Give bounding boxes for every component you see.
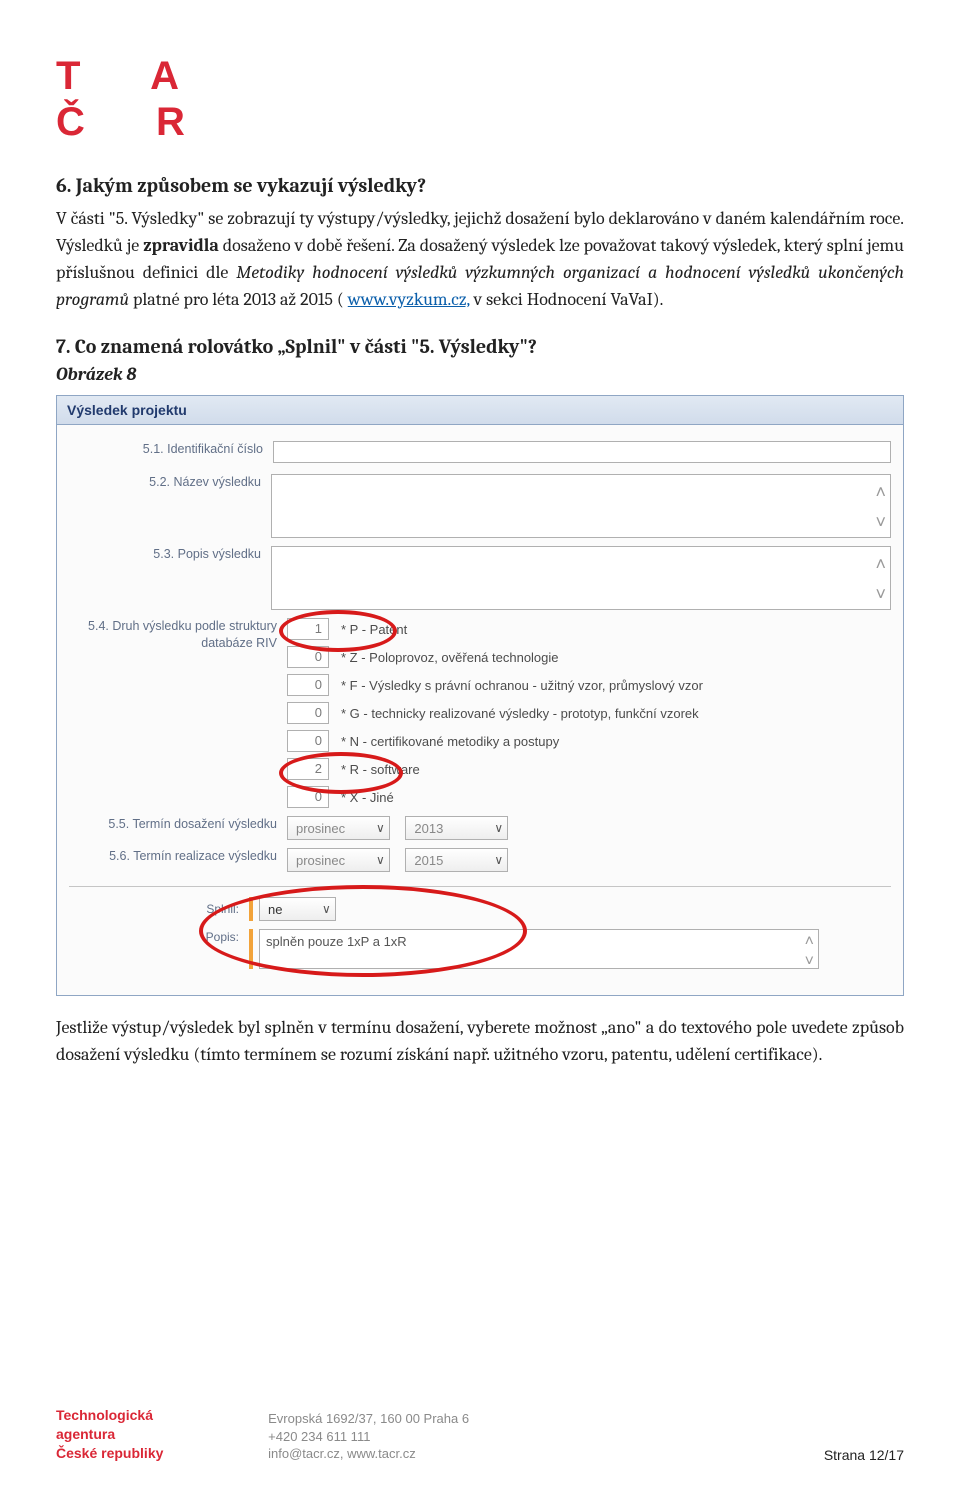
required-indicator-bar bbox=[249, 897, 253, 921]
footer-org-line2: agentura bbox=[56, 1425, 163, 1444]
label-5-1: 5.1. Identifikační číslo bbox=[69, 441, 273, 458]
select-value: 2013 bbox=[414, 821, 488, 836]
tacr-logo: T A Č R bbox=[56, 56, 904, 148]
label-5-6: 5.6. Termín realizace výsledku bbox=[69, 848, 287, 865]
logo-row-2: Č R bbox=[56, 102, 904, 148]
label-splnil: Splnil: bbox=[69, 901, 249, 917]
chevron-down-icon: ∨ bbox=[376, 853, 385, 867]
panel-title: Výsledek projektu bbox=[57, 396, 903, 425]
riv-item-r: 2 * R - software bbox=[287, 758, 891, 780]
divider bbox=[69, 886, 891, 887]
riv-item-x: 0 * X - Jiné bbox=[287, 786, 891, 808]
select-term-realizace-year[interactable]: 2015 ∨ bbox=[405, 848, 508, 872]
riv-text-p: * P - Patent bbox=[341, 622, 407, 637]
riv-text-r: * R - software bbox=[341, 762, 420, 777]
riv-item-z: 0 * Z - Poloprovoz, ověřená technologie bbox=[287, 646, 891, 668]
riv-count-f[interactable]: 0 bbox=[287, 674, 329, 696]
select-value: prosinec bbox=[296, 821, 370, 836]
after-panel-paragraph: Jestliže výstup/výsledek byl splněn v te… bbox=[56, 1014, 904, 1068]
section7-heading: 7. Co znamená rolovátko „Splnil" v části… bbox=[56, 335, 904, 358]
chevron-down-icon: ∨ bbox=[494, 853, 503, 867]
riv-text-g: * G - technicky realizované výsledky - p… bbox=[341, 706, 699, 721]
footer-contact: Evropská 1692/37, 160 00 Praha 6 +420 23… bbox=[268, 1410, 469, 1463]
footer-phone: +420 234 611 111 bbox=[268, 1428, 469, 1446]
riv-item-g: 0 * G - technicky realizované výsledky -… bbox=[287, 702, 891, 724]
footer-email-web: info@tacr.cz, www.tacr.cz bbox=[268, 1445, 469, 1463]
riv-count-g[interactable]: 0 bbox=[287, 702, 329, 724]
riv-count-x[interactable]: 0 bbox=[287, 786, 329, 808]
riv-text-x: * X - Jiné bbox=[341, 790, 394, 805]
riv-text-f: * F - Výsledky s právní ochranou - užitn… bbox=[341, 678, 703, 693]
section6-link[interactable]: www.vyzkum.cz, bbox=[348, 289, 470, 310]
page-number: Strana 12/17 bbox=[824, 1447, 904, 1463]
section6-text-bold: zpravidla bbox=[143, 235, 219, 256]
section6-heading: 6. Jakým způsobem se vykazují výsledky? bbox=[56, 174, 904, 197]
section6-paragraph: V části "5. Výsledky" se zobrazují ty vý… bbox=[56, 205, 904, 313]
textarea-popis[interactable]: splněn pouze 1xP a 1xR ˄˅ bbox=[259, 929, 819, 969]
chevron-down-icon: ∨ bbox=[322, 902, 331, 916]
select-splnil[interactable]: ne ∨ bbox=[259, 897, 336, 921]
label-5-5: 5.5. Termín dosažení výsledku bbox=[69, 816, 287, 833]
select-splnil-value: ne bbox=[268, 902, 316, 917]
figure8-label: Obrázek 8 bbox=[56, 364, 904, 385]
label-5-2: 5.2. Název výsledku bbox=[69, 474, 271, 491]
riv-item-f: 0 * F - Výsledky s právní ochranou - uži… bbox=[287, 674, 891, 696]
riv-item-n: 0 * N - certifikované metodiky a postupy bbox=[287, 730, 891, 752]
label-5-4: 5.4. Druh výsledku podle struktury datab… bbox=[69, 618, 287, 652]
textarea-popis-value: splněn pouze 1xP a 1xR bbox=[266, 934, 407, 949]
chevron-down-icon: ∨ bbox=[376, 821, 385, 835]
riv-count-p[interactable]: 1 bbox=[287, 618, 329, 640]
logo-row-1: T A bbox=[56, 56, 904, 102]
required-indicator-bar bbox=[249, 929, 253, 969]
select-value: prosinec bbox=[296, 853, 370, 868]
textarea-result-desc[interactable]: ˄˅ bbox=[271, 546, 891, 610]
riv-text-z: * Z - Poloprovoz, ověřená technologie bbox=[341, 650, 559, 665]
scroll-hint-icon: ˄˅ bbox=[875, 481, 886, 533]
riv-count-z[interactable]: 0 bbox=[287, 646, 329, 668]
select-term-dosazeni-month[interactable]: prosinec ∨ bbox=[287, 816, 390, 840]
riv-item-p: 1 * P - Patent bbox=[287, 618, 891, 640]
label-5-3: 5.3. Popis výsledku bbox=[69, 546, 271, 563]
footer-org: Technologická agentura České republiky bbox=[56, 1406, 163, 1463]
input-ident-number[interactable] bbox=[273, 441, 891, 463]
section6-tail-pre: platné pro léta 2013 až 2015 ( bbox=[133, 289, 344, 310]
footer-org-line3: České republiky bbox=[56, 1444, 163, 1463]
label-popis: Popis: bbox=[69, 929, 249, 945]
footer-org-line1: Technologická bbox=[56, 1406, 163, 1425]
scroll-hint-icon: ˄˅ bbox=[875, 553, 886, 605]
textarea-result-name[interactable]: ˄˅ bbox=[271, 474, 891, 538]
section6-tail-post: v sekci Hodnocení VaVaI). bbox=[474, 289, 664, 310]
riv-count-n[interactable]: 0 bbox=[287, 730, 329, 752]
scroll-hint-icon: ˄˅ bbox=[805, 934, 814, 970]
select-term-dosazeni-year[interactable]: 2013 ∨ bbox=[405, 816, 508, 840]
riv-count-r[interactable]: 2 bbox=[287, 758, 329, 780]
footer-address: Evropská 1692/37, 160 00 Praha 6 bbox=[268, 1410, 469, 1428]
riv-text-n: * N - certifikované metodiky a postupy bbox=[341, 734, 559, 749]
select-value: 2015 bbox=[414, 853, 488, 868]
chevron-down-icon: ∨ bbox=[494, 821, 503, 835]
project-result-panel: Výsledek projektu 5.1. Identifikační čís… bbox=[56, 395, 904, 996]
riv-type-list: 1 * P - Patent 0 * Z - Poloprovoz, ověře… bbox=[287, 618, 891, 808]
page-footer: Technologická agentura České republiky E… bbox=[56, 1406, 904, 1463]
select-term-realizace-month[interactable]: prosinec ∨ bbox=[287, 848, 390, 872]
